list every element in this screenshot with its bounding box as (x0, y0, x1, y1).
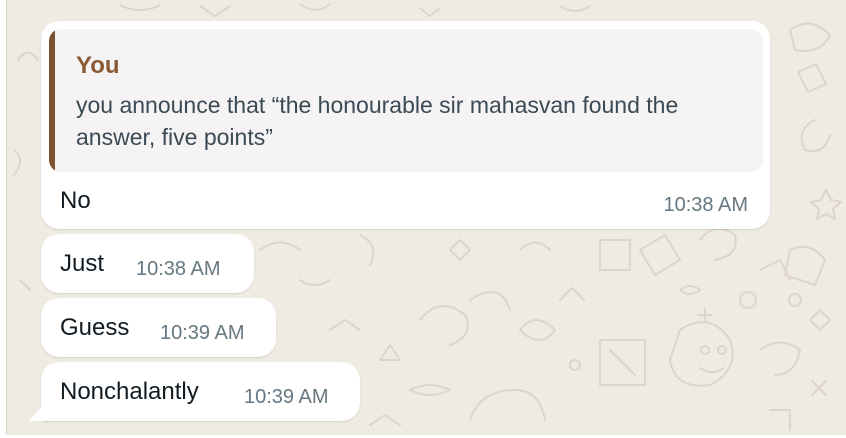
message-timestamp: 10:39 AM (160, 322, 245, 344)
message-timestamp: 10:38 AM (136, 258, 221, 280)
message-text: Nonchalantly (60, 378, 199, 405)
message-text: Just (60, 250, 105, 277)
message-bubble[interactable]: Just 10:38 AM (41, 234, 254, 293)
quoted-message[interactable]: You you announce that “the honourable si… (49, 29, 763, 172)
message-bubble[interactable]: Nonchalantly 10:39 AM (41, 362, 360, 421)
message-timestamp: 10:39 AM (244, 386, 329, 408)
message-bubble[interactable]: You you announce that “the honourable si… (41, 21, 770, 229)
message-bubble[interactable]: Guess 10:39 AM (41, 298, 276, 357)
quoted-text: you announce that “the honourable sir ma… (76, 92, 679, 150)
quote-accent-bar (49, 29, 55, 172)
message-timestamp: 10:38 AM (663, 194, 748, 216)
message-text: No (60, 187, 91, 214)
message-text: Guess (60, 314, 130, 341)
quoted-author: You (76, 52, 120, 79)
bubble-tail (29, 401, 44, 421)
